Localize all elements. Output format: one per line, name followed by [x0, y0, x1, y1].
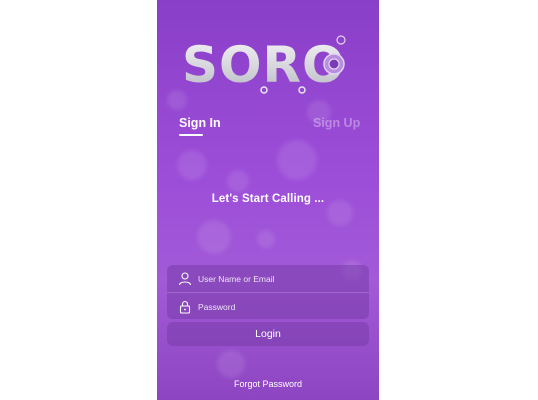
active-tab-indicator [179, 134, 203, 136]
bokeh-light [217, 350, 245, 378]
bokeh-light [197, 220, 231, 254]
person-icon [178, 271, 192, 285]
tab-sign-up[interactable]: Sign Up [313, 116, 360, 130]
bokeh-light [277, 140, 317, 180]
login-screen: SORO Sign In Sign Up Let's Start Calling… [157, 0, 379, 400]
headline: Let's Start Calling ... [211, 193, 325, 205]
username-placeholder: User Name or Email [198, 273, 275, 284]
forgot-password-link[interactable]: Forgot Password [157, 379, 379, 389]
username-field[interactable]: User Name or Email [167, 265, 369, 292]
password-placeholder: Password [198, 301, 236, 312]
bokeh-light [227, 170, 249, 192]
bokeh-light [177, 150, 207, 180]
auth-tabs: Sign In Sign Up [157, 116, 379, 138]
password-field[interactable]: Password [167, 292, 369, 319]
login-form: User Name or Email Password [167, 265, 369, 319]
tab-sign-in[interactable]: Sign In [179, 116, 221, 130]
login-button[interactable]: Login [167, 322, 369, 346]
logo-text: SORO [182, 36, 346, 94]
bokeh-light [257, 230, 275, 248]
app-logo: SORO [157, 34, 379, 96]
lock-icon [179, 300, 191, 314]
